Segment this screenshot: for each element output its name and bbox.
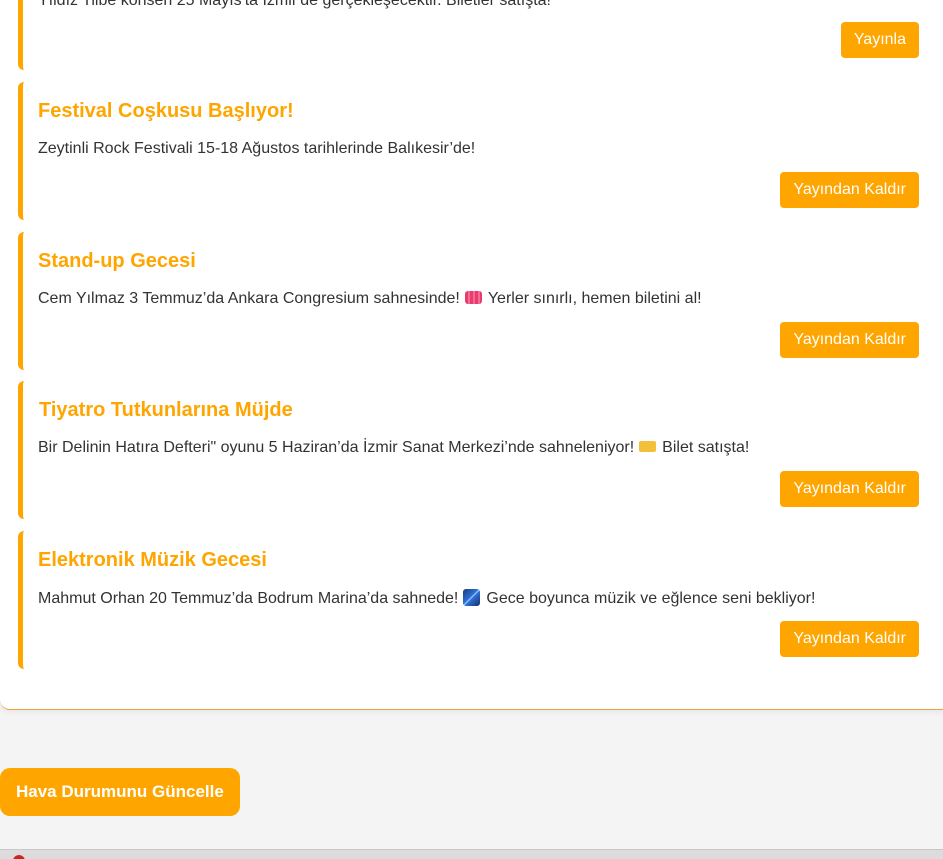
announcement-text: Cem Yılmaz 3 Temmuz’da Ankara Congresium… <box>38 290 702 308</box>
announcement-text-after: Yerler sınırlı, hemen biletini al! <box>487 290 702 307</box>
unpublish-button[interactable]: Yayından Kaldır <box>780 172 919 208</box>
update-weather-button[interactable]: Hava Durumunu Güncelle <box>0 768 240 816</box>
ticket-yellow-icon <box>639 441 657 452</box>
announcement-title: Stand-up Gecesi <box>38 250 196 272</box>
music-icon <box>463 589 481 606</box>
bottom-bar <box>0 849 943 859</box>
announcement-title: Festival Coşkusu Başlıyor! <box>38 100 294 122</box>
announcement-text: Zeytinli Rock Festivali 15-18 Ağustos ta… <box>38 140 476 157</box>
unpublish-button[interactable]: Yayından Kaldır <box>780 621 919 657</box>
announcement-text-after: Bilet satışta! <box>662 439 750 456</box>
announcement-card: Elektronik Müzik Gecesi Mahmut Orhan 20 … <box>18 531 943 669</box>
announcement-text: Mahmut Orhan 20 Temmuz’da Bodrum Marina’… <box>38 589 815 608</box>
status-dot-icon <box>13 855 25 859</box>
announcement-card: Tiyatro Tutkunlarına Müjde Bir Delinin H… <box>18 381 943 519</box>
ticket-icon <box>464 291 482 304</box>
announcement-card: Festival Coşkusu Başlıyor! Zeytinli Rock… <box>18 82 943 220</box>
announcement-text-before: Bir Delinin Hatıra Defteri" oyunu 5 Hazi… <box>38 439 635 456</box>
announcement-text-before: Cem Yılmaz 3 Temmuz’da Ankara Congresium… <box>38 290 460 307</box>
announcement-text-before: Mahmut Orhan 20 Temmuz’da Bodrum Marina’… <box>38 590 459 607</box>
announcement-text: Yıldız Tilbe konseri 25 Mayıs'ta İzmir'd… <box>38 0 551 9</box>
announcement-title: Tiyatro Tutkunlarına Müjde <box>39 399 293 421</box>
unpublish-button[interactable]: Yayından Kaldır <box>780 322 919 358</box>
announcement-card: Yıldız Tilbe konseri 25 Mayıs'ta İzmir'd… <box>18 0 943 70</box>
announcements-panel: Yıldız Tilbe konseri 25 Mayıs'ta İzmir'd… <box>0 0 943 710</box>
announcement-text-after: Gece boyunca müzik ve eğlence seni bekli… <box>486 590 816 607</box>
announcement-text: Bir Delinin Hatıra Defteri" oyunu 5 Hazi… <box>38 439 749 457</box>
announcement-title: Elektronik Müzik Gecesi <box>38 549 267 571</box>
publish-button[interactable]: Yayınla <box>840 22 919 58</box>
unpublish-button[interactable]: Yayından Kaldır <box>780 471 919 507</box>
announcement-card: Stand-up Gecesi Cem Yılmaz 3 Temmuz’da A… <box>18 232 943 370</box>
